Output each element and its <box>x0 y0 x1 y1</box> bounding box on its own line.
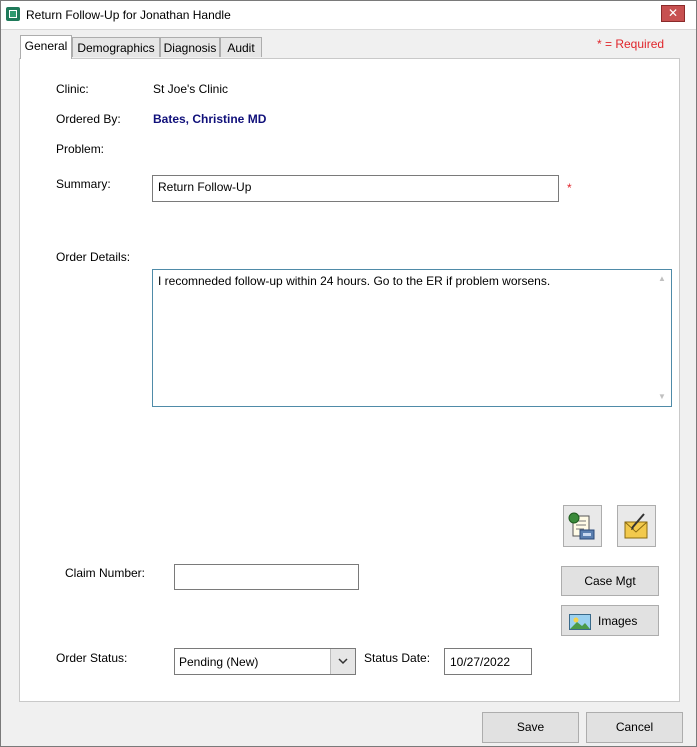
summary-label: Summary: <box>56 177 111 191</box>
clinic-label: Clinic: <box>56 82 89 96</box>
case-mgt-button[interactable]: Case Mgt <box>561 566 659 596</box>
summary-input[interactable]: Return Follow-Up <box>152 175 559 202</box>
clinic-value: St Joe's Clinic <box>153 82 228 96</box>
close-button[interactable]: ✕ <box>661 5 685 22</box>
images-button[interactable]: Images <box>561 605 659 636</box>
claim-number-label: Claim Number: <box>65 566 146 580</box>
summary-required-marker: * <box>567 181 572 195</box>
title-bar: Return Follow-Up for Jonathan Handle ✕ <box>1 1 696 30</box>
order-details-scrollbar[interactable]: ▲ ▼ <box>654 270 671 406</box>
print-document-icon <box>568 512 595 540</box>
claim-number-input[interactable] <box>174 564 359 590</box>
window-title: Return Follow-Up for Jonathan Handle <box>26 8 231 22</box>
order-status-label: Order Status: <box>56 651 128 665</box>
order-details-textarea[interactable]: I recomneded follow-up within 24 hours. … <box>152 269 672 407</box>
envelope-edit-icon <box>624 513 648 539</box>
status-date-input[interactable]: 10/27/2022 <box>444 648 532 675</box>
order-window: Return Follow-Up for Jonathan Handle ✕ G… <box>0 0 697 747</box>
problem-label: Problem: <box>56 142 105 156</box>
status-date-label: Status Date: <box>364 651 431 665</box>
chevron-down-icon <box>338 658 348 665</box>
image-icon <box>569 614 591 630</box>
cancel-button[interactable]: Cancel <box>586 712 683 743</box>
order-details-text: I recomneded follow-up within 24 hours. … <box>158 274 551 288</box>
required-note: * = Required <box>597 37 665 51</box>
save-button[interactable]: Save <box>482 712 579 743</box>
tab-general[interactable]: General <box>20 35 72 59</box>
order-status-select[interactable]: Pending (New) <box>174 648 356 675</box>
tab-demographics[interactable]: Demographics <box>72 37 160 57</box>
tab-audit[interactable]: Audit <box>220 37 262 57</box>
send-message-button[interactable] <box>617 505 656 547</box>
ordered-by-label: Ordered By: <box>56 112 121 126</box>
images-button-label: Images <box>598 614 638 628</box>
scroll-down-icon[interactable]: ▼ <box>658 392 666 401</box>
app-logo-icon <box>6 7 20 21</box>
order-status-dropdown-button[interactable] <box>330 649 355 674</box>
tab-diagnosis[interactable]: Diagnosis <box>160 37 220 57</box>
ordered-by-value: Bates, Christine MD <box>153 112 267 126</box>
print-document-button[interactable] <box>563 505 602 547</box>
order-details-label: Order Details: <box>56 250 131 264</box>
order-status-value: Pending (New) <box>179 655 259 669</box>
scroll-up-icon[interactable]: ▲ <box>658 274 666 283</box>
